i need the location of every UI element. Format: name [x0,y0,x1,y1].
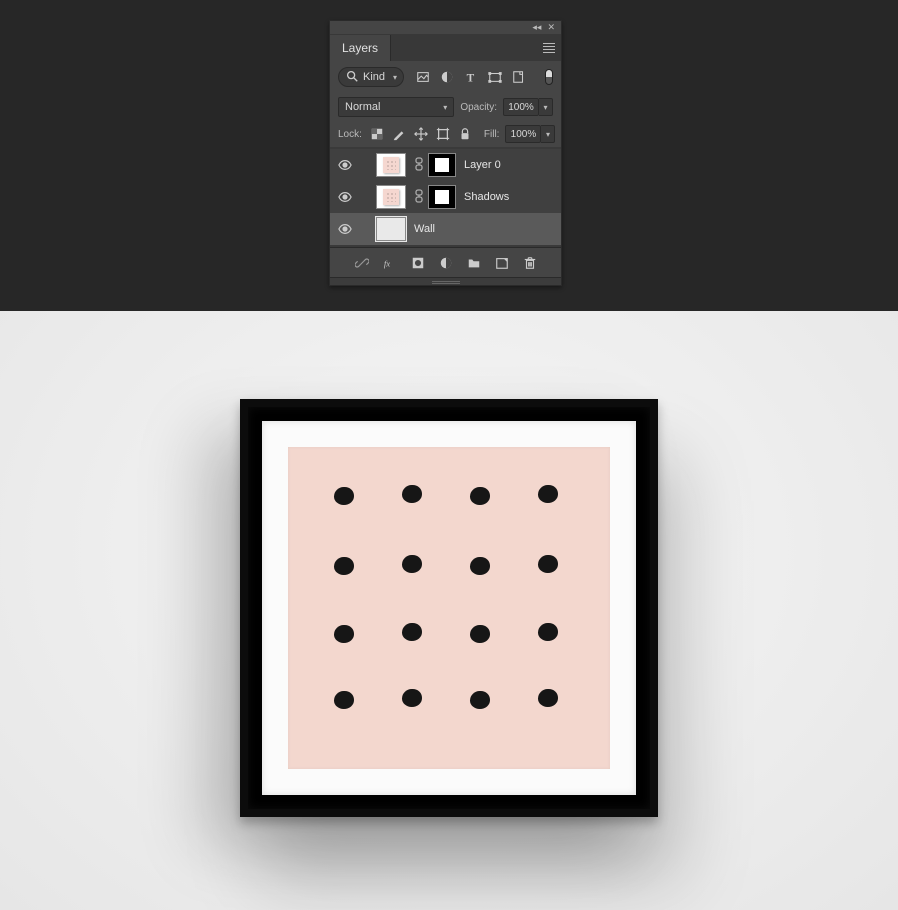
filter-shape-icon[interactable] [488,70,502,84]
panel-menu-icon[interactable] [537,35,561,61]
tab-layers[interactable]: Layers [330,35,391,61]
blend-row: Normal ▾ Opacity: 100% ▾ [330,93,561,121]
panel-tabbar: Layers [330,35,561,61]
filter-adjustment-icon[interactable] [440,70,454,84]
layers-list: Layer 0 Shadows Wall [330,147,561,247]
filter-kind-dropdown[interactable]: Kind ▾ [338,67,404,87]
fill-label: Fill: [484,129,500,140]
lock-label: Lock: [338,129,362,140]
new-layer-icon[interactable] [495,256,509,270]
close-icon[interactable]: ✕ [547,22,555,33]
chevron-down-icon: ▾ [443,103,447,112]
add-mask-icon[interactable] [411,256,425,270]
lock-pixels-icon[interactable] [392,127,406,141]
lock-artboard-icon[interactable] [436,127,450,141]
svg-text:T: T [467,72,475,84]
link-layers-icon[interactable] [355,256,369,270]
layer-name-label[interactable]: Wall [414,223,435,235]
layer-filter-row: Kind ▾ T [330,61,561,93]
layers-panel: ◂◂ ✕ Layers Kind ▾ T [329,20,562,286]
filter-type-icon[interactable]: T [464,70,478,84]
layer-fx-icon[interactable]: fx [383,256,397,270]
lock-all-icon[interactable] [458,127,472,141]
delete-layer-icon[interactable] [523,256,537,270]
panel-resize-grip[interactable] [330,277,561,285]
layer-name-label[interactable]: Layer 0 [464,159,501,171]
layer-row[interactable]: Wall [330,213,561,245]
layer-name-label[interactable]: Shadows [464,191,509,203]
lock-row: Lock: Fill: 100% ▾ [330,121,561,147]
search-icon [345,69,359,86]
layer-thumbnail[interactable] [376,185,406,209]
filter-smartobject-icon[interactable] [512,70,526,84]
mask-link-icon[interactable] [412,157,422,173]
opacity-value-input[interactable]: 100% [503,98,539,116]
layer-mask-thumbnail[interactable] [428,153,456,177]
mask-link-icon[interactable] [412,189,422,205]
layer-row[interactable]: Layer 0 [330,149,561,181]
fill-dropdown-caret[interactable]: ▾ [541,125,555,143]
mockup-dots-pattern [288,447,610,769]
layer-thumbnail[interactable] [376,153,406,177]
new-adjustment-icon[interactable] [439,256,453,270]
svg-text:fx: fx [383,258,389,268]
visibility-eye-icon[interactable] [336,220,354,238]
panel-titlebar[interactable]: ◂◂ ✕ [330,21,561,35]
filter-kind-label: Kind [363,71,385,83]
opacity-dropdown-caret[interactable]: ▾ [539,98,553,116]
blend-mode-dropdown[interactable]: Normal ▾ [338,97,454,117]
layer-row[interactable]: Shadows [330,181,561,213]
lock-position-icon[interactable] [414,127,428,141]
fill-value-input[interactable]: 100% [505,125,541,143]
lock-transparency-icon[interactable] [370,127,384,141]
layer-thumbnail[interactable] [376,217,406,241]
opacity-label: Opacity: [460,102,497,113]
chevron-down-icon: ▾ [393,73,397,82]
visibility-eye-icon[interactable] [336,156,354,174]
blend-mode-value: Normal [345,101,380,113]
filter-toggle-switch[interactable] [545,69,553,85]
mockup-preview-area [0,311,898,910]
collapse-icon[interactable]: ◂◂ [532,22,541,33]
mockup-artwork [288,447,610,769]
visibility-eye-icon[interactable] [336,188,354,206]
layers-panel-footer: fx [330,247,561,277]
filter-pixel-icon[interactable] [416,70,430,84]
mockup-frame [240,399,658,817]
new-group-icon[interactable] [467,256,481,270]
layer-mask-thumbnail[interactable] [428,185,456,209]
